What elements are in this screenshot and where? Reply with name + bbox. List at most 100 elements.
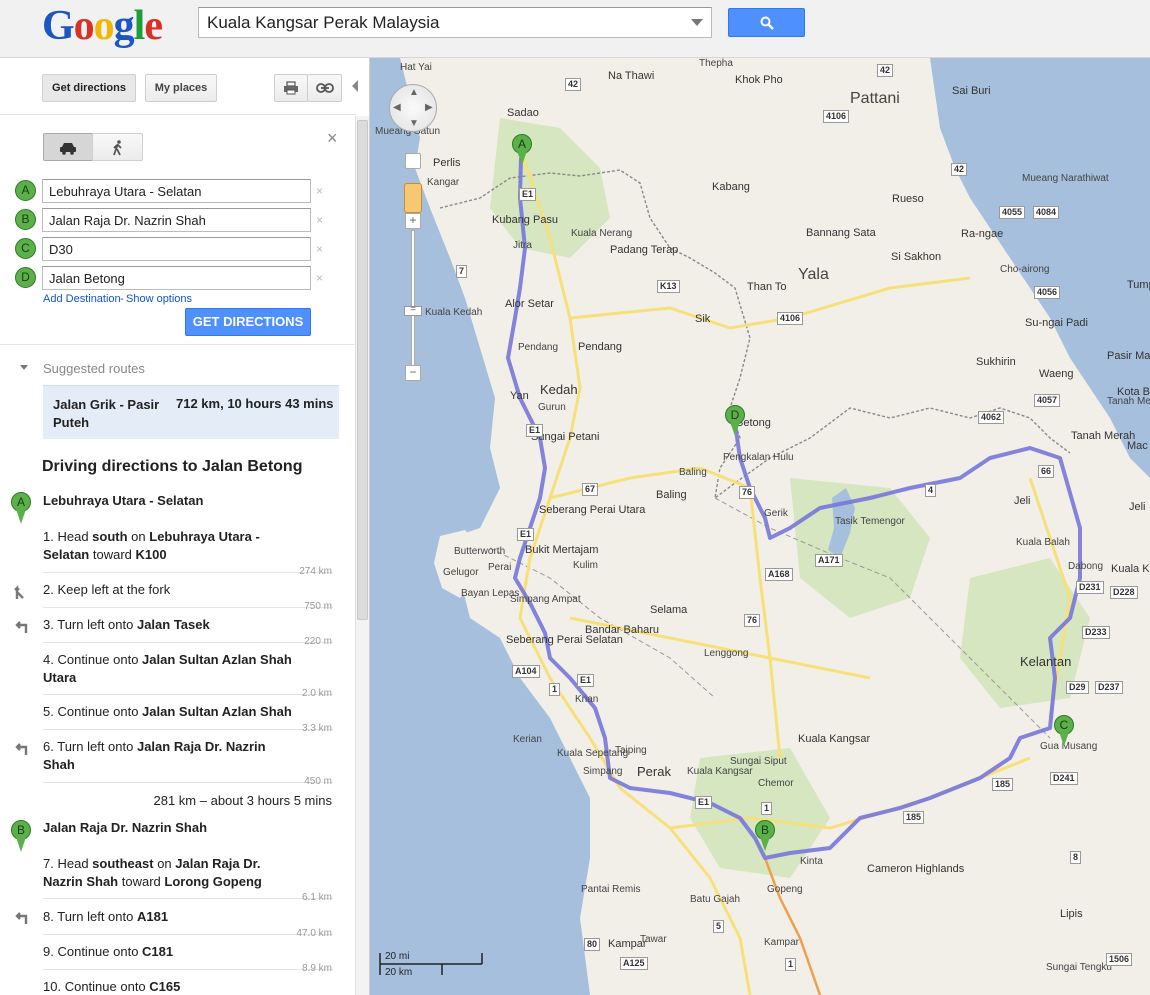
direction-step[interactable]: 7. Head southeast on Jalan Raja Dr. Nazr… xyxy=(43,855,293,891)
pegman-icon[interactable] xyxy=(404,183,422,213)
map-label-kinta: Kinta xyxy=(800,856,823,867)
waypoint-c-input[interactable] xyxy=(42,237,311,261)
panel-toolbar: Get directions My places xyxy=(0,58,358,115)
road-shield: A125 xyxy=(620,957,648,970)
route-pin-b-icon[interactable]: B xyxy=(755,820,775,851)
map-canvas[interactable]: Pattani Yala Kedah Kelantan Perak Mueang… xyxy=(370,58,1150,995)
leg-start-pin-a-icon: A xyxy=(11,492,31,524)
step-distance: 450 m xyxy=(304,776,332,787)
direction-step[interactable]: 5. Continue onto Jalan Sultan Azlan Shah xyxy=(43,703,293,721)
road-shield: 76 xyxy=(739,486,756,499)
search-dropdown-arrow-icon[interactable] xyxy=(691,19,703,26)
map-graphics xyxy=(370,58,1150,995)
search-button[interactable] xyxy=(728,8,805,37)
get-directions-tab[interactable]: Get directions xyxy=(42,74,136,102)
road-shield: E1 xyxy=(695,796,713,809)
step-number: 10. xyxy=(43,979,62,994)
direction-step[interactable]: 3. Turn left onto Jalan Tasek xyxy=(43,616,293,634)
panel-scrollbar[interactable] xyxy=(355,116,369,995)
road-shield: D228 xyxy=(1110,586,1138,599)
waypoint-marker-d-icon[interactable]: D xyxy=(15,267,36,288)
google-logo[interactable]: Google xyxy=(42,2,163,50)
pan-right-icon[interactable]: ▶ xyxy=(425,102,433,113)
remove-waypoint-b-icon[interactable]: × xyxy=(316,213,323,227)
waypoint-d-input[interactable] xyxy=(42,266,311,290)
remove-waypoint-a-icon[interactable]: × xyxy=(316,184,323,198)
turn-left-icon xyxy=(14,618,30,637)
route-pin-a-icon[interactable]: A xyxy=(512,134,532,165)
search-input[interactable] xyxy=(199,8,679,37)
pin-tail xyxy=(16,837,26,852)
waypoint-marker-c-icon[interactable]: C xyxy=(15,238,36,259)
get-directions-submit-button[interactable]: GET DIRECTIONS xyxy=(185,308,311,336)
waypoint-a-input[interactable] xyxy=(42,179,311,203)
map-label-bukit-mertajam: Bukit Mertajam xyxy=(525,544,599,556)
step-text: Head xyxy=(57,856,93,871)
zoom-slider-track[interactable] xyxy=(411,230,415,370)
direction-step[interactable]: 1. Head south on Lebuhraya Utara - Selat… xyxy=(43,528,293,564)
map-label-gopeng: Gopeng xyxy=(767,884,803,895)
route-pin-d-icon[interactable]: D xyxy=(725,405,745,436)
pan-down-icon[interactable]: ▼ xyxy=(409,118,419,129)
link-button[interactable] xyxy=(307,74,342,102)
pan-control[interactable]: ▲ ▼ ◀ ▶ xyxy=(389,84,437,132)
direction-step[interactable]: 10. Continue onto C165 xyxy=(43,978,293,995)
suggested-routes-toggle-icon[interactable] xyxy=(20,365,28,370)
remove-waypoint-d-icon[interactable]: × xyxy=(316,271,323,285)
zoom-in-button[interactable]: + xyxy=(405,213,421,229)
add-destination-link[interactable]: Add Destination xyxy=(43,293,121,305)
car-icon xyxy=(60,143,76,155)
direction-step[interactable]: 6. Turn left onto Jalan Raja Dr. Nazrin … xyxy=(43,738,293,774)
map-label-simpang-ampat: Simpang Ampat xyxy=(510,594,581,605)
map-label-tanah-merah: Tanah Merah xyxy=(1071,430,1136,442)
step-text: toward xyxy=(89,547,136,562)
map-label-kubang-pasu: Kubang Pasu xyxy=(492,214,559,226)
map-label-baling-small: Baling xyxy=(679,467,707,478)
road-shield: 8 xyxy=(1070,851,1082,864)
step-text: Turn left onto xyxy=(57,909,137,924)
walking-mode-button[interactable] xyxy=(92,133,143,161)
road-shield: D231 xyxy=(1076,581,1104,594)
route-pin-c-icon[interactable]: C xyxy=(1054,715,1074,746)
map-label-kuala-nerang: Kuala Nerang xyxy=(571,228,633,239)
show-options-link[interactable]: Show options xyxy=(126,293,192,305)
scrollbar-thumb[interactable] xyxy=(357,120,368,620)
direction-step[interactable]: 9. Continue onto C181 xyxy=(43,943,293,961)
pan-up-icon[interactable]: ▲ xyxy=(409,87,419,98)
driving-mode-button[interactable] xyxy=(43,133,93,161)
pan-left-icon[interactable]: ◀ xyxy=(393,102,401,113)
suggested-route-item[interactable]: Jalan Grik - Pasir Puteh 712 km, 10 hour… xyxy=(43,385,339,439)
zoom-slider-handle[interactable]: = xyxy=(404,305,422,316)
road-shield: D29 xyxy=(1066,681,1089,694)
map-label-yala: Yala xyxy=(798,266,829,283)
print-button[interactable] xyxy=(274,74,308,102)
map-label-kelantan: Kelantan xyxy=(1020,654,1072,669)
step-number: 3. xyxy=(43,617,54,632)
waypoint-b-input[interactable] xyxy=(42,208,311,232)
step-number: 7. xyxy=(43,856,54,871)
map-label-pendang: Pendang xyxy=(578,341,623,353)
map-label-batu-gajah: Batu Gajah xyxy=(690,894,741,905)
direction-step[interactable]: 4. Continue onto Jalan Sultan Azlan Shah… xyxy=(43,651,293,687)
step-bold: Jalan Tasek xyxy=(136,617,210,632)
road-shield: 4106 xyxy=(777,312,804,325)
my-places-tab[interactable]: My places xyxy=(145,74,217,102)
pin-letter: B xyxy=(755,820,775,840)
close-directions-icon[interactable]: × xyxy=(327,128,338,149)
remove-waypoint-c-icon[interactable]: × xyxy=(316,242,323,256)
step-distance: 8.9 km xyxy=(301,963,332,974)
map-label-narathiwat: Mueang Narathiwat xyxy=(1022,173,1109,184)
collapse-panel-arrow-icon[interactable] xyxy=(352,80,358,92)
map-label-kabang: Kabang xyxy=(712,181,750,193)
map-label-sungai-tengku: Sungai Tengku xyxy=(1046,962,1112,973)
zoom-out-button[interactable]: − xyxy=(405,365,421,381)
direction-step[interactable]: 8. Turn left onto A181 xyxy=(43,908,293,926)
waypoint-marker-b-icon[interactable]: B xyxy=(15,209,36,230)
step-divider xyxy=(43,898,333,899)
waypoint-marker-a-icon[interactable]: A xyxy=(15,180,36,201)
direction-step[interactable]: 2. Keep left at the fork xyxy=(43,581,293,599)
step-number: 4. xyxy=(43,652,54,667)
map-label-jeli-2: Jeli xyxy=(1129,501,1146,513)
map-label-cameron-highlands: Cameron Highlands xyxy=(867,863,965,875)
street-view-dot-icon[interactable] xyxy=(405,153,421,169)
